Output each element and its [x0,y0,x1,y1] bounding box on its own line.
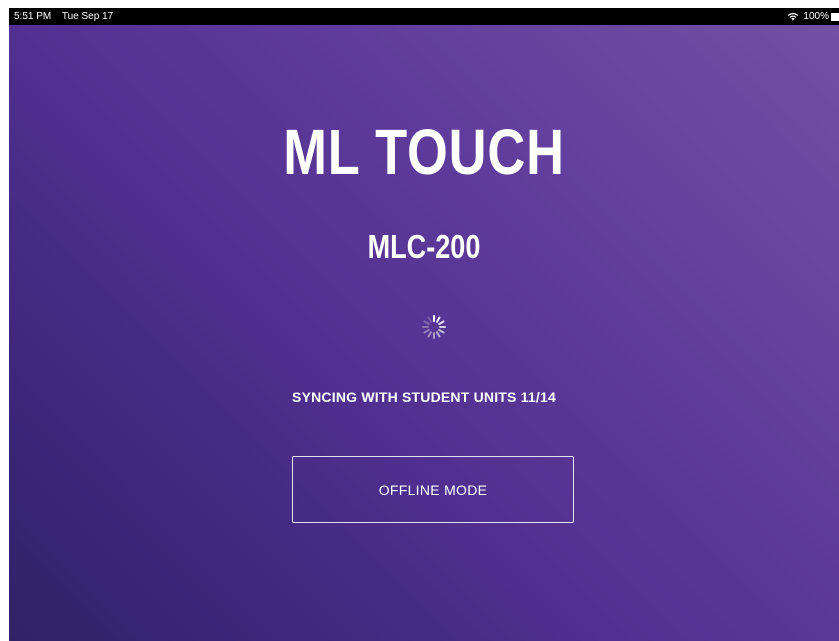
splash-screen: ML TOUCH MLC-200 SYNCING WITH STUDENT UN… [9,25,839,641]
status-bar: 5:51 PM Tue Sep 17 100% [9,8,839,25]
wifi-icon [787,12,799,21]
app-title: ML TOUCH [283,116,565,188]
sync-status-text: SYNCING WITH STUDENT UNITS 11/14 [292,389,556,405]
loading-spinner-icon [419,312,449,342]
status-right: 100% [787,11,839,22]
battery-percentage: 100% [803,11,829,22]
status-date: Tue Sep 17 [61,11,114,22]
status-time: 5:51 PM [14,11,52,22]
battery-icon [831,12,839,21]
offline-mode-button[interactable]: OFFLINE MODE [292,456,574,523]
status-left: 5:51 PM Tue Sep 17 [14,11,121,22]
model-name: MLC-200 [367,228,481,265]
device-frame: 5:51 PM Tue Sep 17 100% ML TOUCH MLC-200 [9,8,839,641]
